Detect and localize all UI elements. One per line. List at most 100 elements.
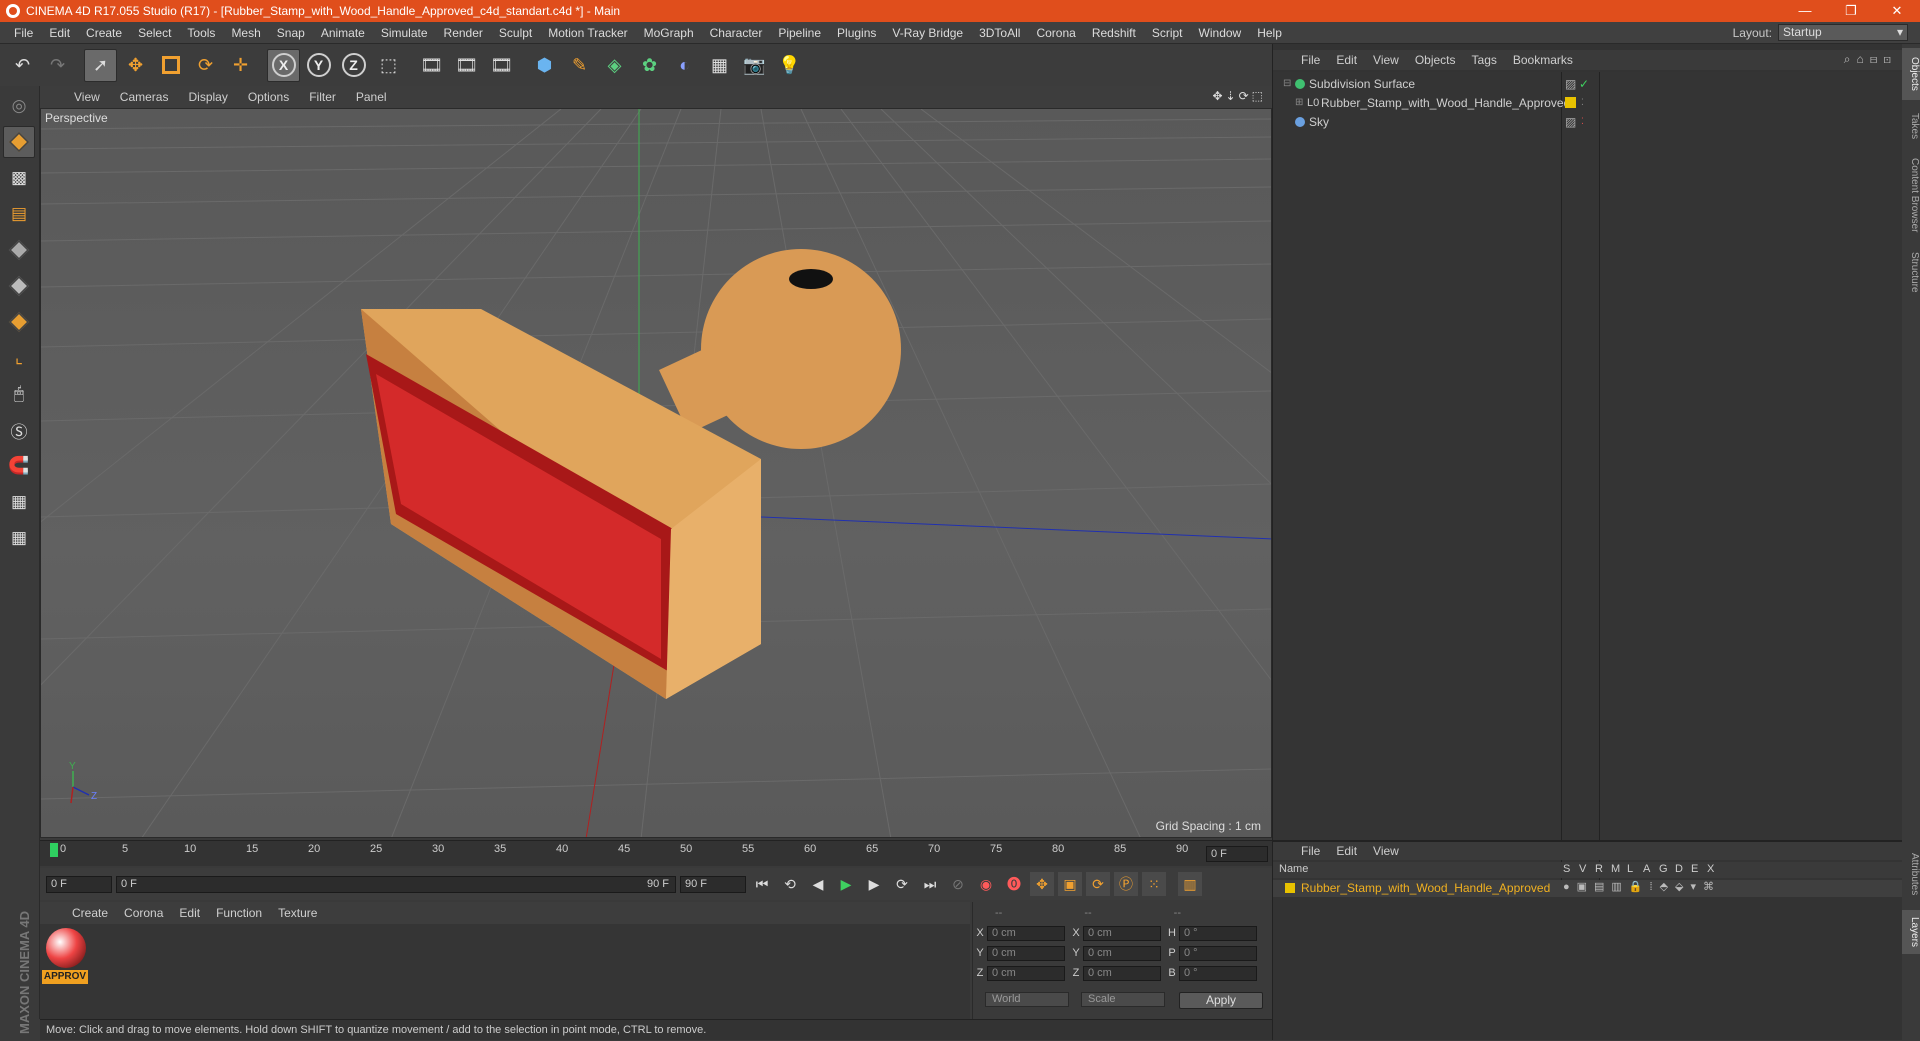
apply-button[interactable]: Apply — [1179, 992, 1263, 1009]
objects-menu-view[interactable]: View — [1365, 53, 1407, 67]
perspective-viewport[interactable]: Y Z Perspective Grid Spacing : 1 cm — [40, 108, 1272, 838]
menu-animate[interactable]: Animate — [313, 26, 373, 40]
key-position-icon[interactable]: ✥ — [1030, 872, 1054, 896]
close-button[interactable]: ✕ — [1874, 0, 1920, 22]
rot-p-field[interactable]: 0 ° — [1179, 945, 1257, 961]
x-axis-lock-icon[interactable]: X — [267, 48, 300, 82]
material-menu-texture[interactable]: Texture — [270, 906, 325, 920]
viewport-menu-view[interactable]: View — [64, 90, 110, 104]
size-z-field[interactable]: 0 cm — [1083, 965, 1161, 981]
menu-file[interactable]: File — [6, 26, 41, 40]
grid-snap-icon[interactable]: ▦ — [3, 522, 35, 554]
make-editable-icon[interactable]: ◎ — [3, 90, 35, 122]
layer-color-swatch[interactable] — [1285, 883, 1295, 893]
layer-row[interactable]: Rubber_Stamp_with_Wood_Handle_Approved ●… — [1273, 880, 1903, 897]
live-selection-icon[interactable]: ➚ — [84, 48, 117, 82]
start-frame-field[interactable]: 0 F — [46, 875, 112, 893]
size-x-field[interactable]: 0 cm — [1083, 925, 1161, 941]
object-manager-search-icon[interactable]: ⌕⌂⊟⊡ — [1844, 52, 1897, 67]
object-row-subdivision-surface[interactable]: ⊟ Subdivision Surface ▨ ✓ — [1273, 74, 1903, 93]
model-mode-icon[interactable] — [3, 126, 35, 158]
viewport-menu-display[interactable]: Display — [178, 90, 237, 104]
frame-range-slider[interactable]: 0 F 90 F — [116, 875, 676, 893]
render-view-icon[interactable]: 🎞 — [415, 49, 448, 82]
layer-color-tag[interactable] — [1565, 97, 1576, 108]
current-frame-field[interactable]: 0 F — [1206, 846, 1268, 862]
menu-tools[interactable]: Tools — [179, 26, 223, 40]
menu-sculpt[interactable]: Sculpt — [491, 26, 540, 40]
texture-mode-icon[interactable]: ▩ — [3, 162, 35, 194]
rotate-tool-icon[interactable]: ⟳ — [189, 49, 222, 82]
tab-objects[interactable]: Objects — [1902, 48, 1920, 100]
viewport-menu-options[interactable]: Options — [238, 90, 299, 104]
coordinate-system-icon[interactable]: ⬚ — [372, 49, 405, 82]
visibility-dots-icon[interactable]: ⁚ — [1581, 97, 1584, 108]
material-menu-edit[interactable]: Edit — [171, 906, 208, 920]
menu-corona[interactable]: Corona — [1028, 26, 1083, 40]
pos-y-field[interactable]: 0 cm — [987, 945, 1065, 961]
viewport-nav-icons[interactable]: ✥⇣⟳⬚ — [1212, 89, 1266, 103]
editor-visibility-icon[interactable]: ▨ — [1565, 77, 1576, 91]
menu-help[interactable]: Help — [1249, 26, 1290, 40]
object-row-sky[interactable]: Sky ▨ ⁚ — [1273, 112, 1903, 131]
axis-mode-icon[interactable]: ⌞ — [3, 342, 35, 374]
material-menu-corona[interactable]: Corona — [116, 906, 171, 920]
pos-z-field[interactable]: 0 cm — [987, 965, 1065, 981]
key-rotation-icon[interactable]: ⟳ — [1086, 872, 1110, 896]
size-mode-dropdown[interactable]: Scale — [1081, 992, 1165, 1007]
edges-mode-icon[interactable] — [3, 270, 35, 302]
viewport-menu-filter[interactable]: Filter — [299, 90, 346, 104]
material-swatch[interactable]: APPROV — [40, 924, 90, 986]
redo-icon[interactable]: ↷ — [41, 49, 74, 82]
objects-menu-edit[interactable]: Edit — [1328, 53, 1365, 67]
menu-vray-bridge[interactable]: V-Ray Bridge — [884, 26, 971, 40]
menu-redshift[interactable]: Redshift — [1084, 26, 1144, 40]
rubber-stamp-model[interactable] — [361, 249, 901, 699]
magnet-icon[interactable]: 🧲 — [3, 450, 35, 482]
cube-object-icon[interactable]: ⬢ — [528, 49, 561, 82]
menu-select[interactable]: Select — [130, 26, 179, 40]
menu-create[interactable]: Create — [78, 26, 130, 40]
menu-plugins[interactable]: Plugins — [829, 26, 884, 40]
layer-toggle-icons[interactable]: ●▣▤▥🔒⁞⬘⬙▾⌘ — [1563, 880, 1721, 893]
deformer-icon[interactable]: ◐ — [668, 49, 701, 82]
tab-structure[interactable]: Structure — [1902, 244, 1920, 300]
tweak-mode-icon[interactable]: 🖱 — [3, 378, 35, 410]
viewport-menu-cameras[interactable]: Cameras — [110, 90, 179, 104]
coordinate-space-dropdown[interactable]: World — [985, 992, 1069, 1007]
y-axis-lock-icon[interactable]: Y — [302, 49, 335, 82]
menu-simulate[interactable]: Simulate — [373, 26, 436, 40]
menu-pipeline[interactable]: Pipeline — [770, 26, 829, 40]
next-frame-icon[interactable]: ▶ — [862, 872, 886, 896]
render-picture-viewer-icon[interactable]: 🎞 — [450, 49, 483, 82]
undo-icon[interactable]: ↶ — [6, 49, 39, 82]
enabled-check-icon[interactable]: ✓ — [1579, 77, 1589, 91]
previous-key-icon[interactable]: ⟲ — [778, 872, 802, 896]
floor-icon[interactable]: ▦ — [703, 49, 736, 82]
next-key-icon[interactable]: ⟳ — [890, 872, 914, 896]
tab-attributes[interactable]: Attributes — [1902, 844, 1920, 904]
workplane-mode-icon[interactable]: ▤ — [3, 198, 35, 230]
previous-frame-icon[interactable]: ◀ — [806, 872, 830, 896]
polygons-mode-icon[interactable] — [3, 306, 35, 338]
timeline-ruler[interactable]: 0 5 10 15 20 25 30 35 40 45 50 55 60 65 … — [40, 840, 1272, 866]
restore-button[interactable]: ❐ — [1828, 0, 1874, 22]
tab-content-browser[interactable]: Content Browser — [1902, 152, 1920, 238]
object-row-rubber-stamp[interactable]: ⊞ L0 Rubber_Stamp_with_Wood_Handle_Appro… — [1273, 93, 1903, 112]
workplane-lock-icon[interactable]: ▦ — [3, 486, 35, 518]
collapse-toggle-icon[interactable]: ⊟ — [1283, 78, 1291, 89]
minimize-button[interactable]: — — [1782, 0, 1828, 22]
tab-layers[interactable]: Layers — [1902, 910, 1920, 954]
rot-b-field[interactable]: 0 ° — [1179, 965, 1257, 981]
go-to-start-icon[interactable]: ⏮ — [750, 872, 774, 896]
menu-mesh[interactable]: Mesh — [223, 26, 268, 40]
subdivision-surface-icon[interactable]: ◈ — [598, 49, 631, 82]
timeline-window-icon[interactable]: ▥ — [1178, 872, 1202, 896]
menu-snap[interactable]: Snap — [269, 26, 313, 40]
camera-icon[interactable]: 📷 — [738, 49, 771, 82]
visibility-dots-icon[interactable]: ⁚ — [1581, 116, 1584, 127]
size-y-field[interactable]: 0 cm — [1083, 945, 1161, 961]
layout-dropdown[interactable]: Startup — [1778, 24, 1908, 41]
objects-menu-file[interactable]: File — [1293, 53, 1328, 67]
menu-3dtoall[interactable]: 3DToAll — [971, 26, 1028, 40]
